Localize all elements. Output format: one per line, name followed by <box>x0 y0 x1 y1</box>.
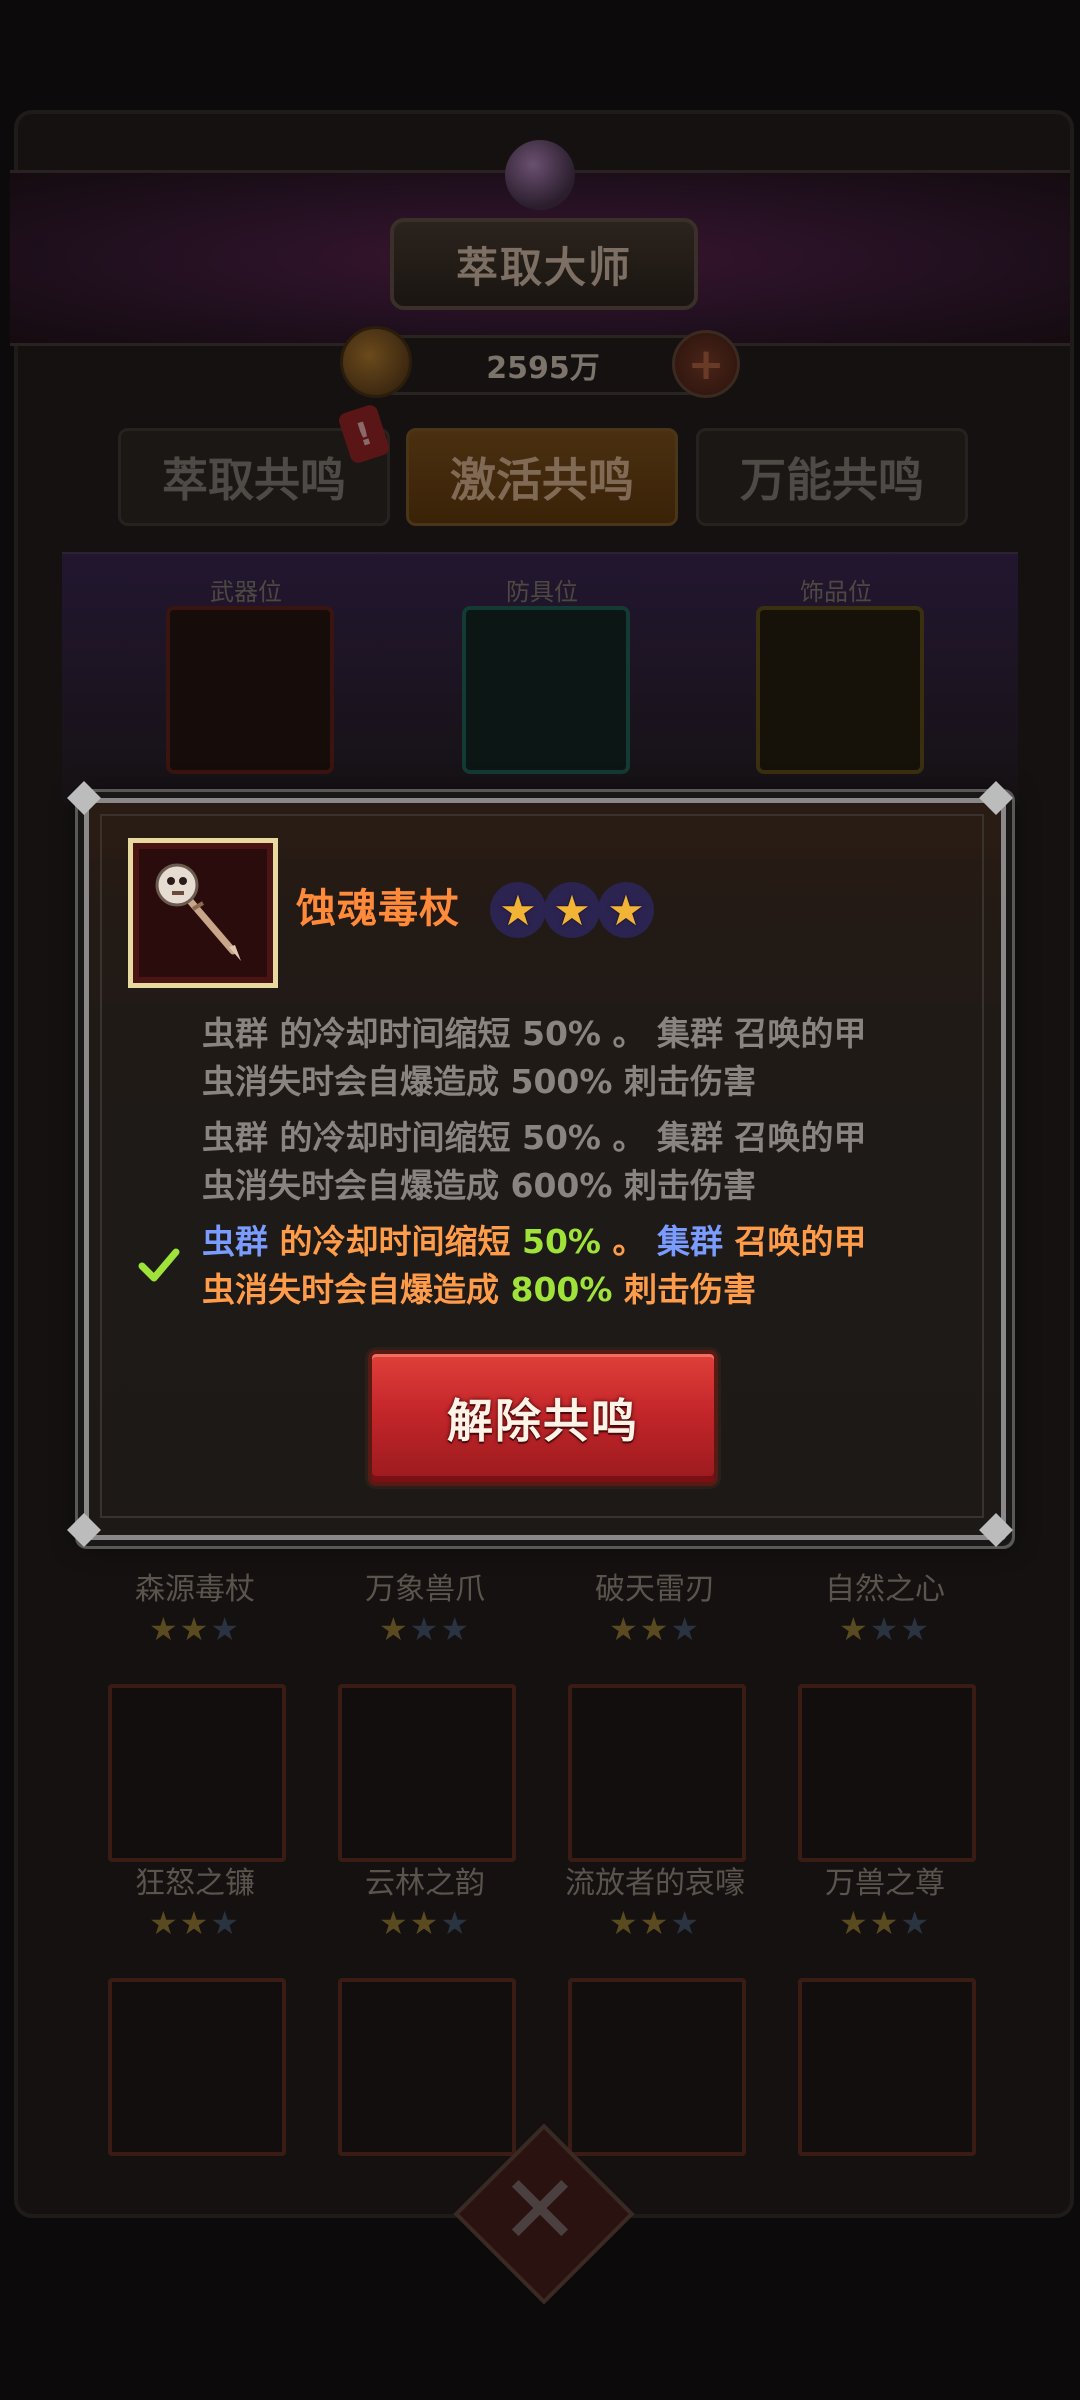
effect-line: 虫消失时会自爆造成 800% 刺击伤害 <box>202 1270 756 1309</box>
effect-tier-2: 虫群 的冷却时间缩短 50% 。 集群 召唤的甲 虫消失时会自爆造成 600% … <box>202 1114 942 1210</box>
release-resonance-button[interactable]: 解除共鸣 <box>368 1350 718 1486</box>
effect-tier-3-active: 虫群 的冷却时间缩短 50% 。 集群 召唤的甲 虫消失时会自爆造成 800% … <box>202 1218 942 1314</box>
effect-tier-1: 虫群 的冷却时间缩短 50% 。 集群 召唤的甲 虫消失时会自爆造成 500% … <box>202 1010 942 1106</box>
grid-item-name: 流放者的哀嚎 <box>565 1866 745 1901</box>
grid-item-name: 森源毒杖 <box>135 1572 255 1607</box>
slot-caption-armor: 防具位 <box>506 578 578 606</box>
effect-line: 虫消失时会自爆造成 600% 刺击伤害 <box>202 1166 756 1205</box>
grid-item-card[interactable] <box>108 1684 286 1862</box>
add-currency-button[interactable]: + <box>672 330 740 398</box>
slot-caption-accessory: 饰品位 <box>800 578 872 606</box>
grid-item-name: 狂怒之镰 <box>135 1866 255 1901</box>
grid-item-stars: ★★★ <box>838 1610 932 1648</box>
grid-item-name: 万兽之尊 <box>825 1866 945 1901</box>
item-name: 蚀魂毒杖 <box>296 886 460 932</box>
item-icon-frame <box>128 838 278 988</box>
grid-item-stars: ★★★ <box>378 1610 472 1648</box>
grid-item-name: 破天雷刃 <box>595 1572 715 1607</box>
slot-armor[interactable] <box>462 606 630 774</box>
grid-item-card[interactable] <box>798 1978 976 2156</box>
check-icon <box>136 1242 182 1288</box>
tab-activate-resonance[interactable]: 激活共鸣 <box>406 428 678 526</box>
effect-line: 虫群 的冷却时间缩短 50% 。 集群 召唤的甲 <box>202 1118 867 1157</box>
grid-item-stars: ★★★ <box>838 1904 932 1942</box>
close-x-icon[interactable]: ✕ <box>480 2150 600 2270</box>
grid-item-name: 自然之心 <box>825 1572 945 1607</box>
grid-item-card[interactable] <box>338 1978 516 2156</box>
grid-item-stars: ★★★ <box>148 1904 242 1942</box>
effect-line: 虫消失时会自爆造成 500% 刺击伤害 <box>202 1062 756 1101</box>
poison-staff-icon <box>155 863 241 961</box>
star-icon: ★ <box>544 882 600 938</box>
grid-item-card[interactable] <box>568 1684 746 1862</box>
grid-item-stars: ★★★ <box>608 1904 702 1942</box>
grid-item-stars: ★★★ <box>148 1610 242 1648</box>
slot-caption-weapon: 武器位 <box>210 578 282 606</box>
grid-item-card[interactable] <box>568 1978 746 2156</box>
coin-icon <box>340 326 412 398</box>
grid-item-stars: ★★★ <box>378 1904 472 1942</box>
currency-amount: 2595万 <box>486 351 600 386</box>
slot-accessory[interactable] <box>756 606 924 774</box>
grid-item-card[interactable] <box>338 1684 516 1862</box>
star-icon: ★ <box>490 882 546 938</box>
tab-universal-resonance[interactable]: 万能共鸣 <box>696 428 968 526</box>
grid-item-card[interactable] <box>798 1684 976 1862</box>
page-title: 萃取大师 <box>390 218 698 310</box>
grid-item-name: 云林之韵 <box>365 1866 485 1901</box>
slot-weapon[interactable] <box>166 606 334 774</box>
effect-line: 虫群 的冷却时间缩短 50% 。 集群 召唤的甲 <box>202 1014 867 1053</box>
crystal-orb-icon <box>505 140 575 210</box>
grid-item-card[interactable] <box>108 1978 286 2156</box>
grid-item-name: 万象兽爪 <box>365 1572 485 1607</box>
star-icon: ★ <box>598 882 654 938</box>
effect-line: 虫群 的冷却时间缩短 50% 。 集群 召唤的甲 <box>202 1222 867 1261</box>
grid-item-stars: ★★★ <box>608 1610 702 1648</box>
